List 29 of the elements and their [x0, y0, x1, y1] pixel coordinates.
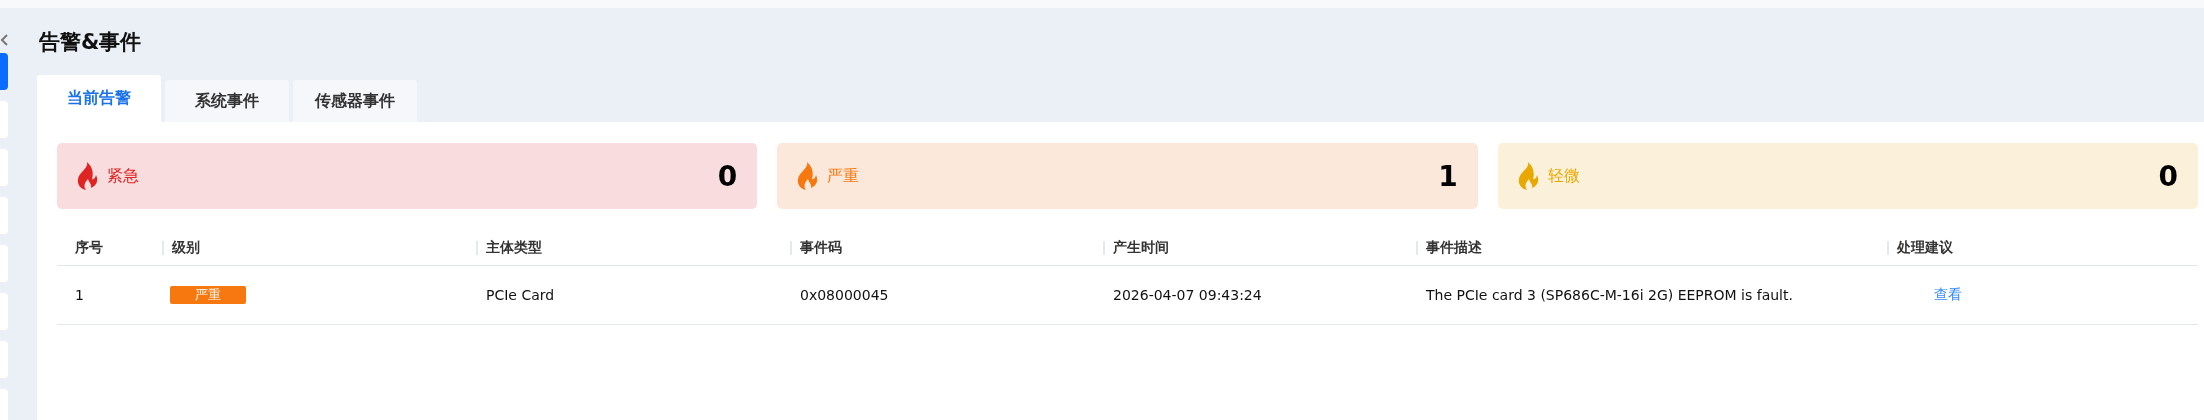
column-header: 事件描述 — [1426, 239, 1482, 257]
tab[interactable]: 当前告警 — [37, 75, 161, 122]
severity-label: 严重 — [827, 165, 860, 187]
table-cell: 2026-04-07 09:43:24 — [1113, 287, 1262, 303]
column-header: 级别 — [172, 239, 200, 257]
column-header: 序号 — [75, 239, 103, 257]
view-link[interactable]: 查看 — [1934, 286, 1962, 304]
column-header: 处理建议 — [1897, 239, 1953, 257]
sidebar-item[interactable] — [0, 53, 8, 90]
column-header: 产生时间 — [1113, 239, 1169, 257]
table-cell: 0x08000045 — [800, 287, 889, 303]
collapse-icon[interactable] — [0, 34, 8, 46]
column-header: 事件码 — [800, 239, 842, 257]
severity-label: 紧急 — [107, 165, 139, 187]
flame-icon — [1517, 162, 1540, 190]
table-cell: PCIe Card — [486, 287, 555, 303]
table-cell: The PCIe card 3 (SP686C-M-16i 2G) EEPROM is fault. — [1426, 287, 1793, 303]
severity-badge: 严重 — [170, 286, 246, 304]
flame-icon — [77, 162, 99, 190]
alarm-count: 0 — [2158, 159, 2178, 193]
tab[interactable]: 传感器事件 — [293, 80, 417, 122]
page-title: 告警&事件 — [39, 29, 142, 56]
flame-icon — [797, 162, 820, 190]
severity-label: 轻微 — [1547, 165, 1580, 187]
alarm-count: 0 — [717, 159, 738, 193]
alarm-count: 1 — [1438, 159, 1458, 193]
column-header: 主体类型 — [486, 239, 542, 257]
tab[interactable]: 系统事件 — [165, 80, 289, 122]
table-cell: 1 — [75, 287, 84, 303]
